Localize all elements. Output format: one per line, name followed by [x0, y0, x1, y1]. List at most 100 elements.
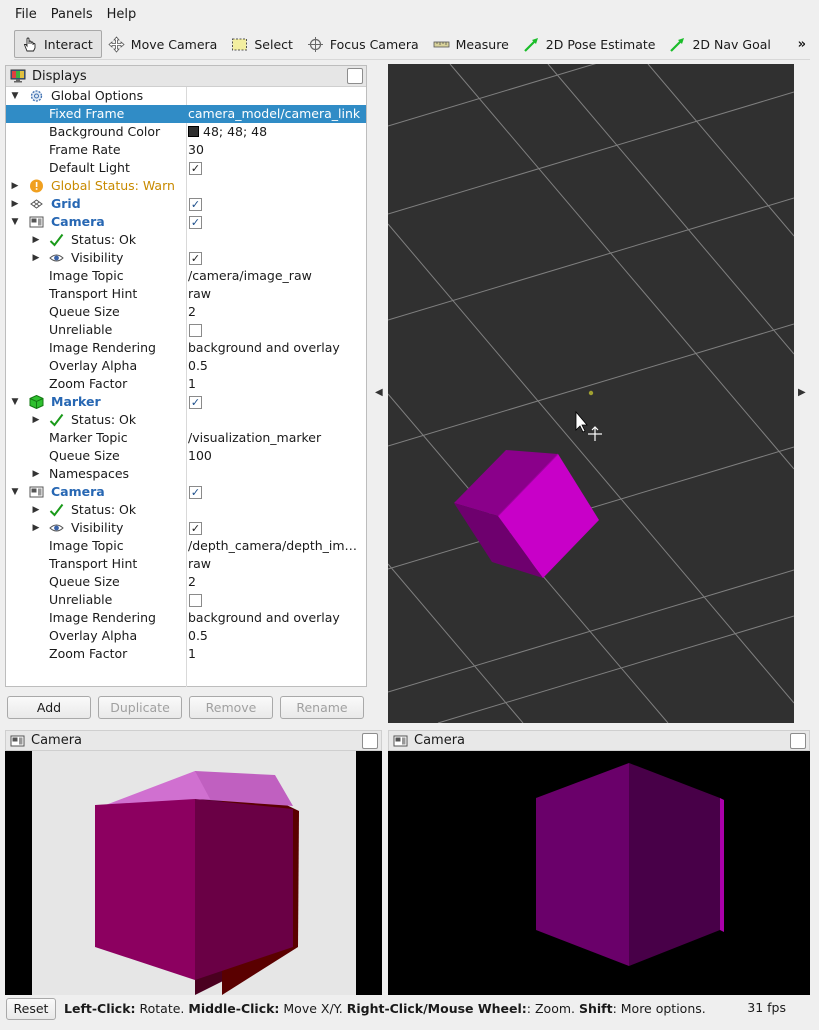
- nav-goal-tool-button[interactable]: 2D Nav Goal: [663, 30, 778, 58]
- overlay-alpha-value[interactable]: 0.5: [188, 357, 364, 375]
- expand-arrow-icon[interactable]: ▶: [31, 519, 41, 537]
- remove-button[interactable]: Remove: [189, 696, 273, 719]
- duplicate-button[interactable]: Duplicate: [98, 696, 182, 719]
- displays-title: Displays: [32, 68, 87, 84]
- image-rendering-2-value[interactable]: background and overlay: [188, 609, 364, 627]
- pose-estimate-tool-button[interactable]: 2D Pose Estimate: [517, 30, 664, 58]
- expand-arrow-icon[interactable]: ▶: [31, 501, 41, 519]
- default-light-checkbox[interactable]: ✓: [189, 162, 202, 175]
- tree-row-default-light[interactable]: Default Light ✓: [6, 159, 366, 177]
- tree-row-camera-2-status[interactable]: ▶ Status: Ok: [6, 501, 366, 519]
- tree-row-unreliable-2[interactable]: Unreliable: [6, 591, 366, 609]
- rename-button[interactable]: Rename: [280, 696, 364, 719]
- queue-size-value[interactable]: 2: [188, 303, 364, 321]
- expand-arrow-icon[interactable]: ▶: [31, 249, 41, 267]
- tree-row-camera-2-visibility[interactable]: ▶ Visibility ✓: [6, 519, 366, 537]
- tree-row-queue-size[interactable]: Queue Size 2: [6, 303, 366, 321]
- tree-row-grid[interactable]: ▶ Grid ✓: [6, 195, 366, 213]
- displays-panel: Displays ▼ Global Options Fixed Frame ca…: [5, 65, 367, 687]
- marker-queue-size-value[interactable]: 100: [188, 447, 364, 465]
- toolbar-overflow-button[interactable]: »: [798, 37, 806, 52]
- unreliable-checkbox[interactable]: [189, 324, 202, 337]
- tree-row-camera-1[interactable]: ▼ Camera ✓: [6, 213, 366, 231]
- expand-arrow-icon[interactable]: ▶: [10, 177, 20, 195]
- camera-1-visibility-checkbox[interactable]: ✓: [189, 252, 202, 265]
- tree-row-image-rendering-2[interactable]: Image Rendering background and overlay: [6, 609, 366, 627]
- expand-arrow-icon[interactable]: ▼: [10, 87, 20, 105]
- tree-row-zoom-factor[interactable]: Zoom Factor 1: [6, 375, 366, 393]
- menu-help[interactable]: Help: [100, 5, 144, 25]
- expand-arrow-icon[interactable]: ▶: [31, 411, 41, 429]
- tree-row-overlay-alpha[interactable]: Overlay Alpha 0.5: [6, 357, 366, 375]
- interact-tool-button[interactable]: Interact: [14, 30, 102, 58]
- marker-topic-value[interactable]: /visualization_marker: [188, 429, 364, 447]
- background-color-value[interactable]: 48; 48; 48: [188, 123, 364, 141]
- camera-1-enable-checkbox[interactable]: ✓: [189, 216, 202, 229]
- fixed-frame-origin-dot: [588, 390, 594, 396]
- fixed-frame-value[interactable]: camera_model/camera_link: [188, 105, 364, 123]
- zoom-factor-value[interactable]: 1: [188, 375, 364, 393]
- tree-row-transport-hint-2[interactable]: Transport Hint raw: [6, 555, 366, 573]
- transport-hint-value[interactable]: raw: [188, 285, 364, 303]
- panel-undock-button[interactable]: [790, 733, 806, 749]
- tree-row-fixed-frame[interactable]: Fixed Frame camera_model/camera_link: [6, 105, 366, 123]
- focus-camera-tool-button[interactable]: Focus Camera: [301, 30, 427, 58]
- queue-size-2-value[interactable]: 2: [188, 573, 364, 591]
- collapse-left-arrow-icon[interactable]: ◀: [375, 387, 383, 398]
- tree-row-image-topic-2[interactable]: Image Topic/depth_camera/depth_image: [6, 537, 366, 555]
- expand-arrow-icon[interactable]: ▼: [10, 213, 20, 231]
- unreliable-2-checkbox[interactable]: [189, 594, 202, 607]
- tree-row-frame-rate[interactable]: Frame Rate 30: [6, 141, 366, 159]
- tree-row-camera-2[interactable]: ▼ Camera ✓: [6, 483, 366, 501]
- panel-undock-button[interactable]: [347, 68, 363, 84]
- grid-enable-checkbox[interactable]: ✓: [189, 198, 202, 211]
- expand-arrow-icon[interactable]: ▼: [10, 483, 20, 501]
- expand-arrow-icon[interactable]: ▼: [10, 393, 20, 411]
- tree-row-image-rendering[interactable]: Image Rendering background and overlay: [6, 339, 366, 357]
- collapse-right-arrow-icon[interactable]: ▶: [798, 387, 806, 398]
- image-rendering-value[interactable]: background and overlay: [188, 339, 364, 357]
- tree-row-namespaces[interactable]: ▶ Namespaces: [6, 465, 366, 483]
- camera-right-image-view[interactable]: [388, 751, 810, 995]
- camera-2-visibility-checkbox[interactable]: ✓: [189, 522, 202, 535]
- tree-row-marker-queue-size[interactable]: Queue Size 100: [6, 447, 366, 465]
- tree-row-zoom-factor-2[interactable]: Zoom Factor 1: [6, 645, 366, 663]
- tree-row-global-status[interactable]: ▶ Global Status: Warn: [6, 177, 366, 195]
- eye-icon: [49, 524, 64, 532]
- tree-row-unreliable[interactable]: Unreliable: [6, 321, 366, 339]
- tree-row-overlay-alpha-2[interactable]: Overlay Alpha 0.5: [6, 627, 366, 645]
- image-topic-2-value[interactable]: /depth_camera/depth_image: [188, 537, 364, 555]
- menu-file[interactable]: File: [8, 5, 44, 25]
- zoom-factor-2-value[interactable]: 1: [188, 645, 364, 663]
- expand-arrow-icon[interactable]: ▶: [10, 195, 20, 213]
- 3d-render-view[interactable]: [388, 64, 794, 723]
- camera-2-enable-checkbox[interactable]: ✓: [189, 486, 202, 499]
- tree-row-transport-hint[interactable]: Transport Hint raw: [6, 285, 366, 303]
- camera-left-image-view[interactable]: [5, 751, 382, 995]
- overlay-alpha-2-value[interactable]: 0.5: [188, 627, 364, 645]
- expand-arrow-icon[interactable]: ▶: [31, 231, 41, 249]
- tree-row-image-topic[interactable]: Image Topic/camera/image_raw: [6, 267, 366, 285]
- marker-enable-checkbox[interactable]: ✓: [189, 396, 202, 409]
- display-buttons: Add Duplicate Remove Rename: [7, 696, 364, 719]
- tree-row-global-options[interactable]: ▼ Global Options: [6, 87, 366, 105]
- tree-row-marker-topic[interactable]: Marker Topic/visualization_marker: [6, 429, 366, 447]
- tree-row-camera-1-visibility[interactable]: ▶ Visibility ✓: [6, 249, 366, 267]
- move-camera-tool-button[interactable]: Move Camera: [102, 30, 226, 58]
- tree-row-queue-size-2[interactable]: Queue Size 2: [6, 573, 366, 591]
- menu-panels[interactable]: Panels: [44, 5, 100, 25]
- panel-undock-button[interactable]: [362, 733, 378, 749]
- select-tool-button[interactable]: Select: [225, 30, 301, 58]
- tree-row-background-color[interactable]: Background Color 48; 48; 48: [6, 123, 366, 141]
- image-topic-value[interactable]: /camera/image_raw: [188, 267, 364, 285]
- add-button[interactable]: Add: [7, 696, 91, 719]
- tree-row-camera-1-status[interactable]: ▶ Status: Ok: [6, 231, 366, 249]
- expand-arrow-icon[interactable]: ▶: [31, 465, 41, 483]
- frame-rate-value[interactable]: 30: [188, 141, 364, 159]
- measure-tool-button[interactable]: Measure: [427, 30, 517, 58]
- reset-button[interactable]: Reset: [6, 997, 56, 1020]
- move-camera-label: Move Camera: [130, 36, 218, 52]
- tree-row-marker-status[interactable]: ▶ Status: Ok: [6, 411, 366, 429]
- tree-row-marker[interactable]: ▼ Marker ✓: [6, 393, 366, 411]
- transport-hint-2-value[interactable]: raw: [188, 555, 364, 573]
